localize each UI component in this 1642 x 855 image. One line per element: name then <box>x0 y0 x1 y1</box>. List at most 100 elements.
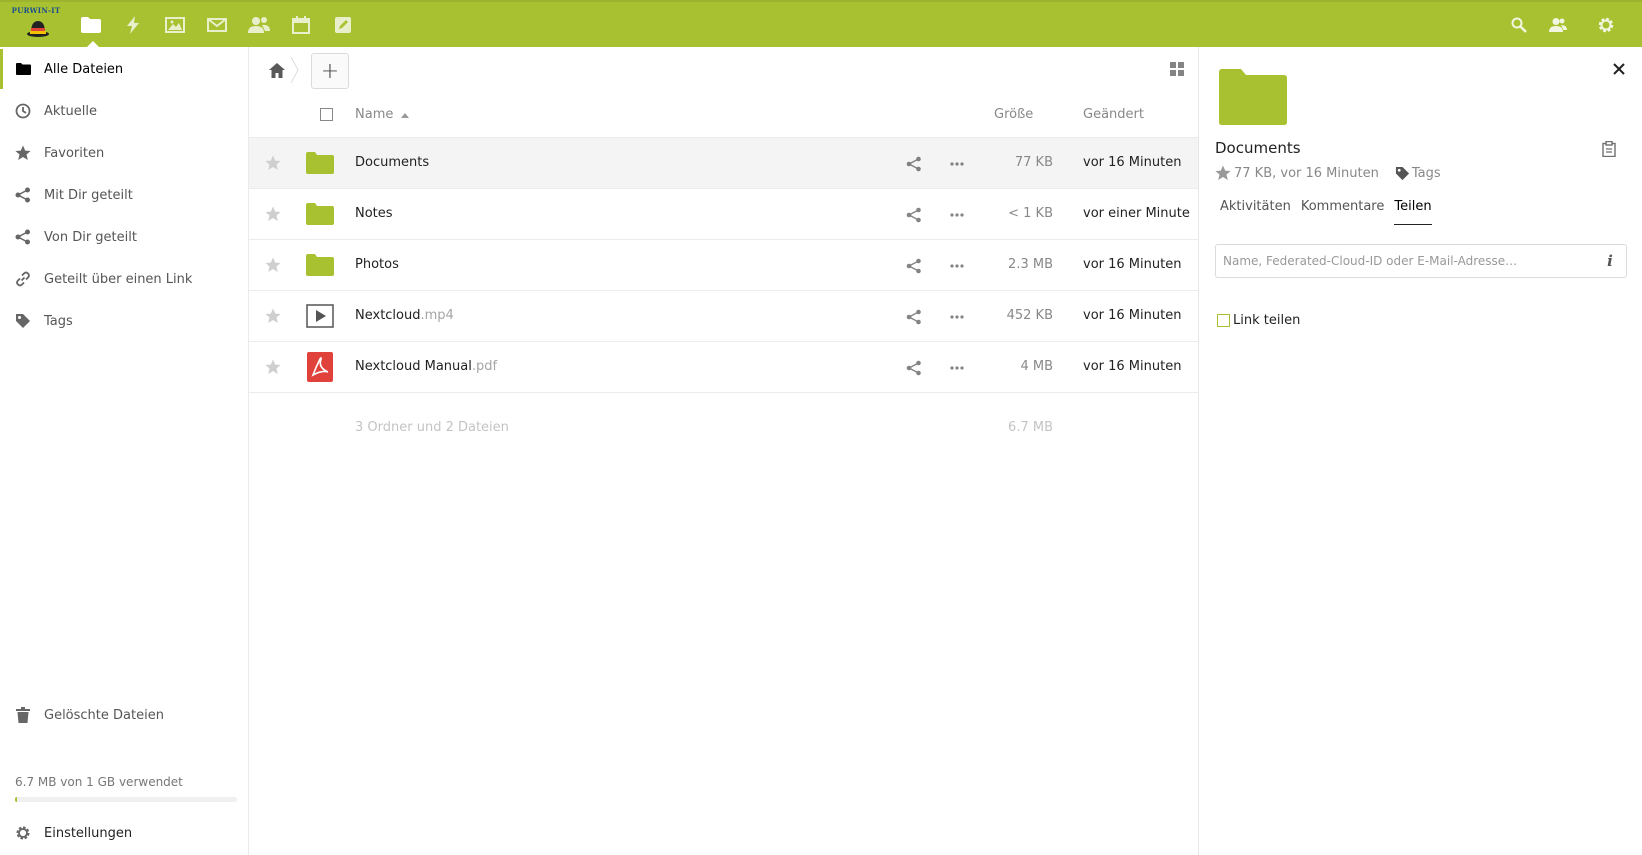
app-activity-icon[interactable] <box>120 12 146 38</box>
file-basename: Notes <box>355 206 393 221</box>
details-meta-text: 77 KB, vor 16 Minuten <box>1234 165 1379 181</box>
video-file-icon <box>305 301 335 331</box>
more-icon[interactable] <box>947 154 967 174</box>
grid-view-icon[interactable] <box>1167 59 1187 79</box>
table-row[interactable]: Documents 77 KB vor 16 Minuten <box>249 138 1198 189</box>
star-icon <box>14 144 32 162</box>
tag-icon <box>14 312 32 330</box>
clock-icon <box>14 102 32 120</box>
logo-text: PURWIN-IT <box>11 6 61 15</box>
sidebar-item-label: Gelöschte Dateien <box>44 707 164 723</box>
file-size: 2.3 MB <box>1008 257 1053 272</box>
sidebar-item-label: Geteilt über einen Link <box>44 271 193 287</box>
file-size: < 1 KB <box>1008 206 1053 221</box>
tab-comments[interactable]: Kommentare <box>1301 199 1385 225</box>
quota-bar <box>15 797 237 802</box>
file-list-panel: + Name Größe Geändert Documents 77 KB vor … <box>249 47 1198 855</box>
details-title: Documents <box>1215 139 1301 157</box>
share-with-input[interactable] <box>1215 244 1627 278</box>
file-name[interactable]: Nextcloud.mp4 <box>355 308 454 323</box>
share-icon[interactable] <box>904 307 924 327</box>
table-row[interactable]: Nextcloud.mp4 452 KB vor 16 Minuten <box>249 291 1198 342</box>
tab-activities[interactable]: Aktivitäten <box>1220 199 1291 225</box>
folder-icon <box>305 250 335 280</box>
sidebar-item-shared-with-you[interactable]: Mit Dir geteilt <box>0 175 248 215</box>
file-size: 77 KB <box>1014 155 1053 170</box>
sidebar-item-label: Favoriten <box>44 145 105 161</box>
home-icon[interactable] <box>266 59 288 81</box>
sidebar-settings[interactable]: Einstellungen <box>0 813 248 853</box>
file-basename: Documents <box>355 155 430 170</box>
sidebar-item-label: Tags <box>44 313 73 329</box>
more-icon[interactable] <box>947 358 967 378</box>
logo-hat-icon <box>27 21 49 37</box>
details-tags-label: Tags <box>1411 165 1441 181</box>
new-button[interactable]: + <box>311 53 349 89</box>
file-name[interactable]: Documents <box>355 155 429 170</box>
star-icon[interactable] <box>1215 165 1231 181</box>
file-modified: vor 16 Minuten <box>1083 308 1182 323</box>
sidebar-item-deleted-files[interactable]: Gelöschte Dateien <box>0 695 248 735</box>
sidebar-item-shared-by-link[interactable]: Geteilt über einen Link <box>0 259 248 299</box>
link-share-label: Link teilen <box>1233 313 1301 328</box>
sidebar-item-recent[interactable]: Aktuelle <box>0 91 248 131</box>
file-basename: Nextcloud <box>355 308 421 323</box>
table-row[interactable]: Nextcloud Manual.pdf 4 MB vor 16 Minuten <box>249 342 1198 393</box>
star-icon[interactable] <box>263 204 283 224</box>
share-icon[interactable] <box>904 256 924 276</box>
link-share-checkbox[interactable]: Link teilen <box>1217 313 1300 328</box>
folder-icon <box>14 60 32 78</box>
table-row[interactable]: Notes < 1 KB vor einer Minute <box>249 189 1198 240</box>
file-modified: vor einer Minute <box>1083 206 1190 221</box>
copy-link-icon[interactable] <box>1599 139 1619 159</box>
file-name[interactable]: Nextcloud Manual.pdf <box>355 359 497 374</box>
file-extension: .pdf <box>471 359 498 374</box>
app-notes-icon[interactable] <box>330 12 356 38</box>
more-icon[interactable] <box>947 256 967 276</box>
contacts-menu-icon[interactable] <box>1547 14 1569 36</box>
file-size: 452 KB <box>1006 308 1053 323</box>
info-icon[interactable]: i <box>1601 252 1619 270</box>
sidebar-item-tags[interactable]: Tags <box>0 301 248 341</box>
close-icon[interactable] <box>1609 59 1629 79</box>
folder-preview-icon <box>1219 69 1287 125</box>
sidebar-item-shared-by-you[interactable]: Von Dir geteilt <box>0 217 248 257</box>
column-size[interactable]: Größe <box>994 107 1033 122</box>
app-calendar-icon[interactable] <box>288 12 314 38</box>
table-row[interactable]: Photos 2.3 MB vor 16 Minuten <box>249 240 1198 291</box>
link-share-check[interactable] <box>1217 314 1230 327</box>
sidebar-item-favorites[interactable]: Favoriten <box>0 133 248 173</box>
star-icon[interactable] <box>263 153 283 173</box>
file-name[interactable]: Photos <box>355 257 399 272</box>
app-gallery-icon[interactable] <box>162 12 188 38</box>
tab-sharing[interactable]: Teilen <box>1394 199 1432 225</box>
details-tags-link[interactable]: Tags <box>1395 166 1441 181</box>
app-contacts-icon[interactable] <box>246 12 272 38</box>
link-icon <box>14 270 32 288</box>
file-modified: vor 16 Minuten <box>1083 359 1182 374</box>
share-icon[interactable] <box>904 358 924 378</box>
star-icon[interactable] <box>263 255 283 275</box>
settings-icon[interactable] <box>1595 14 1617 36</box>
sidebar-item-all-files[interactable]: Alle Dateien <box>0 49 248 89</box>
top-bar: PURWIN-IT <box>0 0 1642 48</box>
search-icon[interactable] <box>1508 14 1530 36</box>
file-name[interactable]: Notes <box>355 206 393 221</box>
folder-icon <box>305 148 335 178</box>
app-files-icon[interactable] <box>78 12 104 38</box>
share-icon[interactable] <box>904 154 924 174</box>
column-name[interactable]: Name <box>355 107 393 122</box>
logo[interactable]: PURWIN-IT <box>10 6 66 42</box>
select-all-checkbox[interactable] <box>320 108 333 121</box>
column-modified[interactable]: Geändert <box>1083 107 1144 122</box>
details-sidebar: Documents 77 KB, vor 16 Minuten Tags Akt… <box>1198 47 1642 855</box>
more-icon[interactable] <box>947 307 967 327</box>
star-icon[interactable] <box>263 357 283 377</box>
star-icon[interactable] <box>263 306 283 326</box>
sidebar-item-label: Einstellungen <box>44 825 133 841</box>
file-modified: vor 16 Minuten <box>1083 257 1182 272</box>
app-mail-icon[interactable] <box>204 12 230 38</box>
more-icon[interactable] <box>947 205 967 225</box>
file-list-summary: 3 Ordner und 2 Dateien 6.7 MB <box>249 408 1198 448</box>
share-icon[interactable] <box>904 205 924 225</box>
